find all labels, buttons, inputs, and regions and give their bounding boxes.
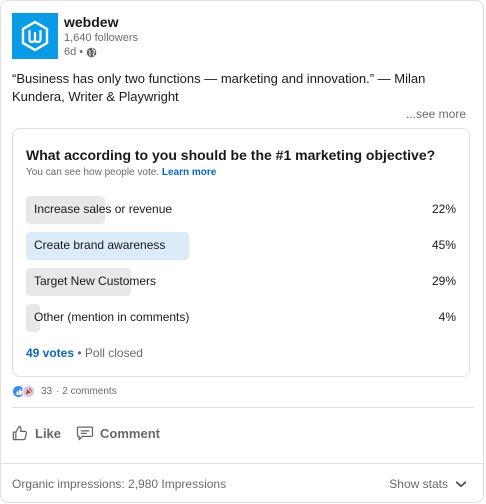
poll-status: • Poll closed [77,346,143,360]
poll-option-label: Target New Customers [34,274,157,288]
post-text: “Business has only two functions — marke… [12,71,426,104]
author-meta: webdew 1,640 followers 6d • [64,14,138,59]
poll-option[interactable]: Create brand awareness 45% [26,232,456,260]
thumbs-up-icon [12,425,27,441]
poll: What according to you should be the #1 m… [12,128,470,377]
poll-option[interactable]: Other (mention in comments) 4% [26,304,456,332]
webdew-logo-icon [21,20,49,52]
show-stats-label: Show stats [389,477,448,491]
globe-icon [86,47,97,57]
comment-label: Comment [100,425,160,441]
post-age-text: 6d • [64,46,84,58]
post-age: 6d • [64,45,138,59]
learn-more-link[interactable]: Learn more [162,167,216,178]
poll-option-percent: 22% [431,202,456,216]
comment-count[interactable]: · 2 comments [56,386,117,397]
post-actions: Like Comment [10,423,160,443]
impressions-text: Organic impressions: 2,980 Impressions [12,477,227,491]
poll-footer: 49 votes • Poll closed [26,346,143,360]
like-button[interactable]: Like [10,423,61,443]
post-card: webdew 1,640 followers 6d • “Business ha… [0,0,484,503]
poll-option-percent: 4% [438,310,456,324]
post-header: webdew 1,640 followers 6d • [12,13,138,59]
comment-button[interactable]: Comment [75,423,160,443]
follower-count: 1,640 followers [64,32,138,44]
show-stats-button[interactable]: Show stats [389,477,468,491]
poll-question: What according to you should be the #1 m… [26,147,436,163]
vote-count-link[interactable]: 49 votes [26,346,74,360]
poll-option-percent: 45% [431,238,456,252]
company-logo[interactable] [12,13,58,59]
like-label: Like [35,425,62,441]
divider [12,407,474,408]
poll-option[interactable]: Target New Customers 29% [26,268,456,296]
social-counts: 33 · 2 comments [12,385,117,398]
poll-option-label: Increase sales or revenue [34,202,173,216]
reaction-icons[interactable] [12,385,35,398]
comment-icon [76,426,94,441]
poll-option-percent: 29% [431,274,456,288]
author-name[interactable]: webdew [64,14,138,31]
poll-option-label: Create brand awareness [34,238,166,252]
poll-subtitle-text: You can see how people vote. [26,167,160,178]
poll-option-label: Other (mention in comments) [34,310,190,324]
celebrate-icon [22,385,35,398]
poll-subtitle: You can see how people vote. Learn more [26,167,216,178]
impressions-bar: Organic impressions: 2,980 Impressions S… [1,463,483,502]
chevron-down-icon [455,481,467,487]
reaction-count[interactable]: 33 [41,386,52,397]
poll-option[interactable]: Increase sales or revenue 22% [26,196,456,224]
see-more-link[interactable]: ...see more [406,107,466,121]
